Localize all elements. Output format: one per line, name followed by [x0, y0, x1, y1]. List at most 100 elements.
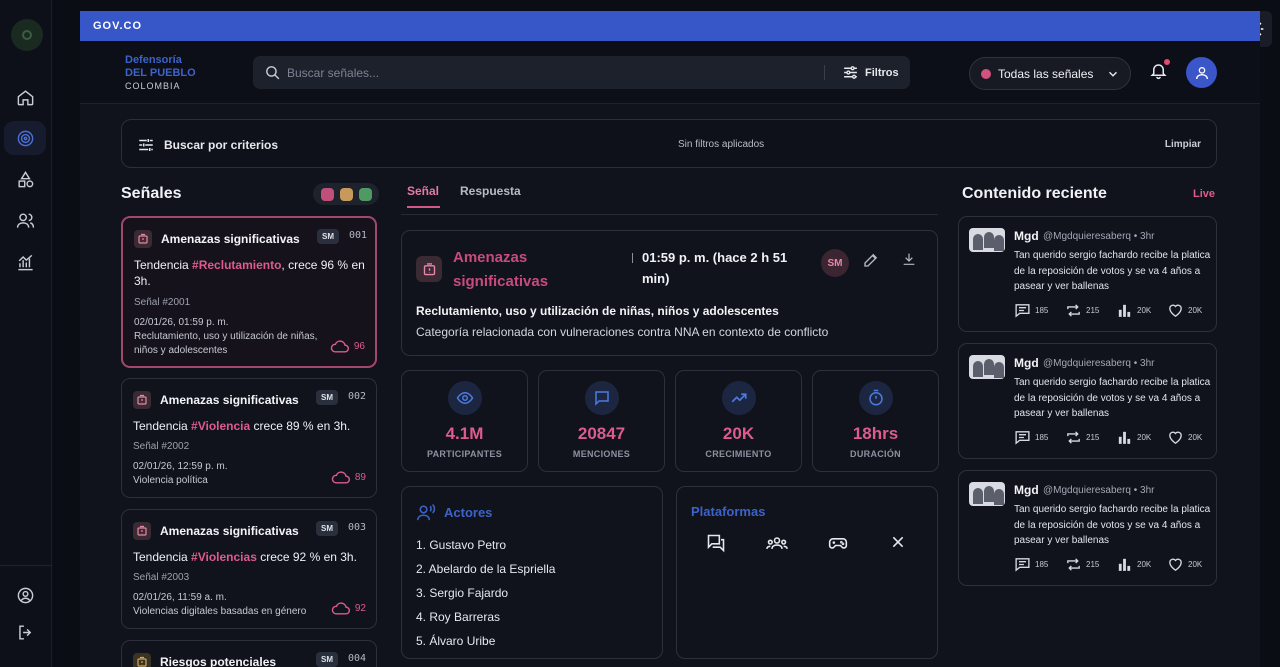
gamepad-icon[interactable] — [827, 533, 849, 553]
filter-pink[interactable] — [320, 187, 334, 201]
actor-item[interactable]: 4. Roy Barreras — [416, 605, 555, 629]
alert-icon — [133, 391, 151, 409]
post-card[interactable]: Mgd @Mgdquieresaberq • 3hr Tan querido s… — [958, 343, 1217, 459]
cloud-icon — [331, 471, 350, 484]
account-circle-icon — [17, 587, 33, 603]
all-signals-dropdown[interactable]: Todas las señales — [969, 57, 1131, 90]
categories-nav-button[interactable] — [4, 162, 46, 196]
post-text: Tan querido sergio fachardo recibe la pl… — [1014, 377, 1211, 419]
filters-status: Sin filtros aplicados — [678, 139, 765, 150]
edit-icon[interactable] — [862, 251, 880, 269]
notification-badge — [1164, 59, 1170, 65]
heart-icon — [1169, 304, 1182, 317]
post-card[interactable]: Mgd @Mgdquieresaberq • 3hr Tan querido s… — [958, 470, 1217, 586]
clear-button[interactable]: Limpiar — [1165, 139, 1201, 150]
detail-description: Categoría relacionada con vulneraciones … — [416, 325, 829, 339]
notifications-button[interactable] — [1149, 59, 1170, 85]
search-divider — [824, 65, 825, 80]
signal-card[interactable]: Amenazas significativas SM 003 Tendencia… — [121, 509, 377, 629]
signal-card[interactable]: Riesgos potenciales SM 004 — [121, 640, 377, 667]
views-action[interactable]: 20K — [1116, 429, 1167, 446]
views-action[interactable]: 20K — [1116, 302, 1167, 319]
brand-logo[interactable]: Defensoría DEL PUEBLO COLOMBIA — [125, 54, 196, 93]
hashtag-link[interactable]: #Violencias — [191, 550, 257, 564]
active-tab-indicator — [407, 206, 440, 208]
gov-bar: GOV.CO — [80, 11, 1260, 41]
signal-count: 89 — [331, 470, 366, 484]
search-input[interactable]: Buscar señales... — [287, 66, 379, 80]
stat-label: PARTICIPANTES — [426, 449, 503, 459]
hashtag-link[interactable]: #Violencia — [191, 419, 250, 433]
actor-item[interactable]: 1. Gustavo Petro — [416, 533, 555, 557]
signal-card[interactable]: Amenazas significativas SM 001 Tendencia… — [121, 216, 377, 368]
groups-icon[interactable] — [766, 533, 788, 553]
tab-response[interactable]: Respuesta — [460, 184, 521, 198]
repost-action[interactable]: 215 — [1065, 302, 1116, 319]
actor-item[interactable]: 3. Sergio Fajardo — [416, 581, 555, 605]
signal-id: Señal #2003 — [133, 572, 190, 583]
stat-label: DURACIÓN — [850, 449, 901, 459]
hashtag-link[interactable]: #Reclutamiento — [192, 258, 281, 272]
recent-content-title: Contenido reciente — [962, 185, 1107, 202]
home-nav-button[interactable] — [4, 80, 46, 114]
shapes-icon — [17, 170, 33, 187]
search-criteria-label: Buscar por criterios — [164, 138, 279, 152]
repost-action[interactable]: 215 — [1065, 429, 1116, 446]
criteria-bar: Buscar por criterios Sin filtros aplicad… — [121, 119, 1217, 168]
stat-card: 4.1M PARTICIPANTES — [401, 370, 528, 472]
app-logo — [11, 19, 43, 51]
download-icon[interactable] — [901, 251, 917, 267]
views-action[interactable]: 20K — [1116, 556, 1167, 573]
tune-icon — [139, 139, 153, 151]
post-actions: 185 215 20K 20K — [1014, 302, 1218, 319]
filter-orange[interactable] — [339, 187, 353, 201]
search-icon — [266, 66, 280, 80]
signal-number: 001 — [349, 230, 368, 241]
like-action[interactable]: 20K — [1167, 556, 1218, 573]
forum-icon[interactable] — [706, 533, 726, 553]
like-action[interactable]: 20K — [1167, 302, 1218, 319]
warning-icon — [133, 653, 151, 667]
brand-line-2: DEL PUEBLO — [125, 67, 196, 79]
chart-icon — [17, 254, 33, 270]
detail-badge: SM — [821, 249, 849, 277]
actor-item[interactable]: 2. Abelardo de la Espriella — [416, 557, 555, 581]
users-nav-button[interactable] — [4, 203, 46, 237]
logout-button[interactable] — [4, 615, 46, 649]
like-action[interactable]: 20K — [1167, 429, 1218, 446]
signal-card[interactable]: Amenazas significativas SM 002 Tendencia… — [121, 378, 377, 498]
stat-value: 20K — [722, 424, 755, 443]
x-icon[interactable] — [890, 534, 906, 550]
reply-action[interactable]: 185 — [1014, 556, 1065, 573]
side-rail — [0, 0, 52, 667]
signal-trend: Tendencia #Reclutamiento, crece 96 % en … — [134, 258, 365, 288]
alert-icon — [134, 230, 152, 248]
rail-divider — [0, 565, 52, 566]
search-criteria-button[interactable]: Buscar por criterios — [137, 136, 278, 154]
trending-up-icon — [722, 381, 756, 415]
reply-action[interactable]: 185 — [1014, 302, 1065, 319]
platforms-card: Plataformas — [676, 486, 938, 659]
user-icon — [1195, 66, 1208, 79]
post-avatar — [969, 482, 1005, 506]
filter-green[interactable] — [358, 187, 372, 201]
filters-button[interactable]: Filtros — [842, 64, 899, 81]
analytics-nav-button[interactable] — [4, 245, 46, 279]
signal-trend: Tendencia #Violencias crece 92 % en 3h. — [133, 550, 357, 564]
post-actions: 185 215 20K 20K — [1014, 429, 1218, 446]
post-card[interactable]: Mgd @Mgdquieresaberq • 3hr Tan querido s… — [958, 216, 1217, 332]
search-bar[interactable]: Buscar señales... Filtros — [253, 56, 910, 89]
profile-nav-button[interactable] — [4, 578, 46, 612]
bar-chart-icon — [1118, 558, 1131, 571]
tab-signal[interactable]: Señal — [407, 184, 439, 198]
signals-nav-button[interactable] — [4, 121, 46, 155]
post-author: Mgd — [1014, 483, 1039, 497]
user-avatar-button[interactable] — [1186, 57, 1217, 88]
signal-number: 002 — [348, 391, 367, 402]
repost-action[interactable]: 215 — [1065, 556, 1116, 573]
signal-color-filters — [313, 183, 379, 205]
post-handle: @Mgdquieresaberq • 3hr — [1043, 485, 1155, 496]
status-dot — [981, 68, 991, 79]
actor-item[interactable]: 5. Álvaro Uribe — [416, 629, 555, 653]
reply-action[interactable]: 185 — [1014, 429, 1065, 446]
